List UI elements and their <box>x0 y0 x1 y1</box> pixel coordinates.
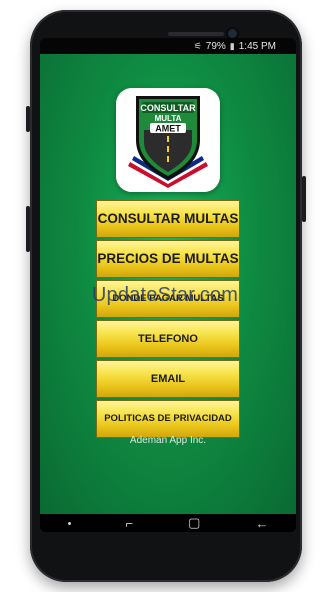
bixby-button <box>26 206 30 252</box>
consultar-multas-button[interactable]: CONSULTAR MULTAS <box>96 200 240 238</box>
earpiece-speaker <box>168 32 224 36</box>
app-logo: CONSULTAR MULTA AMET <box>116 88 220 192</box>
nav-dot-icon <box>67 521 71 525</box>
logo-line-3: AMET <box>155 124 181 134</box>
signal-icon: ⚟ <box>193 40 202 51</box>
clock: 1:45 PM <box>238 40 276 52</box>
status-bar: ⚟ 79% ▮ 1:45 PM <box>40 38 296 54</box>
footer-credit: Ademan App Inc. <box>129 435 207 446</box>
logo-line-1: CONSULTAR <box>140 103 196 113</box>
home-icon[interactable]: ▢ <box>188 515 200 531</box>
watermark-text: UpdateStar.com <box>91 284 239 306</box>
precios-multas-button[interactable]: PRECIOS DE MULTAS <box>96 240 240 278</box>
front-camera-icon <box>228 29 237 38</box>
android-nav-bar: ⌐ ▢ ← <box>40 514 296 532</box>
amet-shield-logo-icon: CONSULTAR MULTA AMET <box>116 88 220 192</box>
power-button <box>302 176 306 222</box>
back-icon[interactable]: ← <box>255 516 268 531</box>
politicas-privacidad-button[interactable]: POLITICAS DE PRIVACIDAD <box>96 400 240 438</box>
logo-line-2: MULTA <box>155 114 182 123</box>
email-button[interactable]: EMAIL <box>96 360 240 398</box>
telefono-button[interactable]: TELEFONO <box>96 320 240 358</box>
menu-buttons: CONSULTAR MULTAS PRECIOS DE MULTAS DONDE… <box>96 200 240 440</box>
battery-level: 79% <box>205 40 226 52</box>
volume-button <box>26 106 30 132</box>
battery-icon: ▮ <box>229 40 235 51</box>
recent-apps-icon[interactable]: ⌐ <box>126 516 134 531</box>
